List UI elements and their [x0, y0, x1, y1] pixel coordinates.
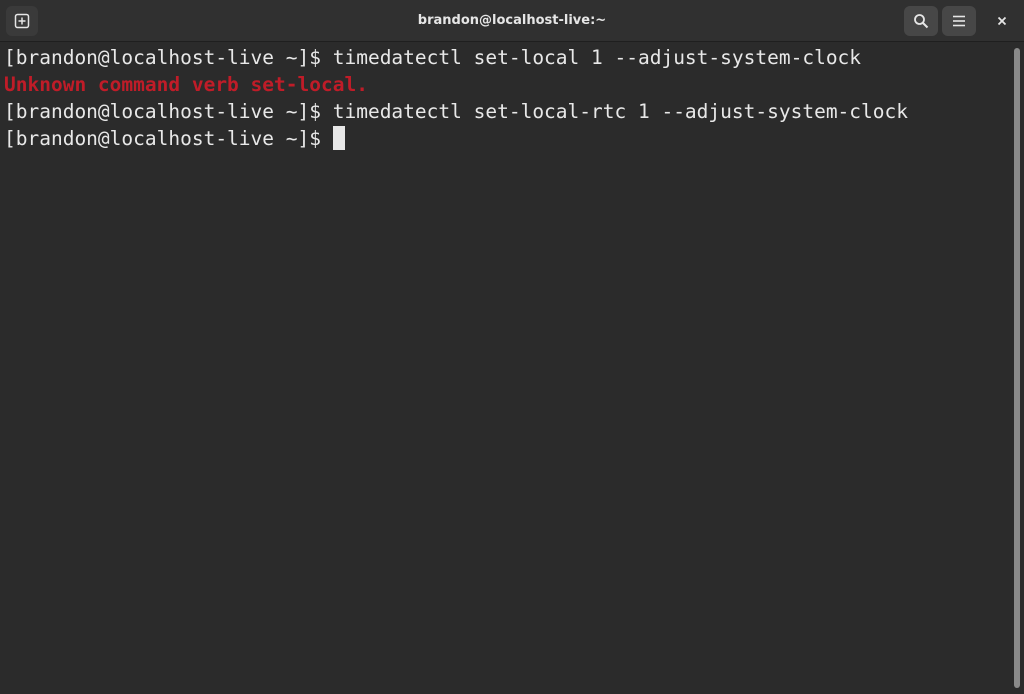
- vertical-scrollbar[interactable]: [1010, 42, 1024, 694]
- shell-prompt: [brandon@localhost-live ~]$: [4, 100, 333, 123]
- command-text: timedatectl set-local-rtc 1 --adjust-sys…: [332, 100, 908, 123]
- main-menu-button[interactable]: [942, 6, 976, 36]
- search-button[interactable]: [904, 6, 938, 36]
- text-cursor: [332, 126, 345, 150]
- close-icon: [996, 15, 1008, 27]
- title-bar[interactable]: brandon@localhost-live:~: [0, 0, 1024, 42]
- terminal-output[interactable]: [brandon@localhost-live ~]$ timedatectl …: [0, 42, 1010, 694]
- terminal-line-current[interactable]: [brandon@localhost-live ~]$: [4, 125, 1010, 152]
- close-button[interactable]: [986, 6, 1018, 36]
- terminal-line: [brandon@localhost-live ~]$ timedatectl …: [4, 44, 1010, 71]
- new-tab-icon: [14, 13, 30, 29]
- hamburger-menu-icon: [951, 13, 967, 29]
- shell-prompt: [brandon@localhost-live ~]$: [4, 46, 333, 69]
- window-title: brandon@localhost-live:~: [417, 13, 607, 28]
- terminal-line: [brandon@localhost-live ~]$ timedatectl …: [4, 98, 1010, 125]
- terminal-window: brandon@localhost-live:~ [brandon@localh…: [0, 0, 1024, 694]
- command-text: timedatectl set-local 1 --adjust-system-…: [332, 46, 862, 69]
- new-tab-button[interactable]: [6, 6, 38, 36]
- search-icon: [913, 13, 929, 29]
- scrollbar-thumb[interactable]: [1014, 48, 1020, 688]
- error-line: Unknown command verb set-local.: [4, 73, 368, 96]
- shell-prompt: [brandon@localhost-live ~]$: [4, 127, 321, 150]
